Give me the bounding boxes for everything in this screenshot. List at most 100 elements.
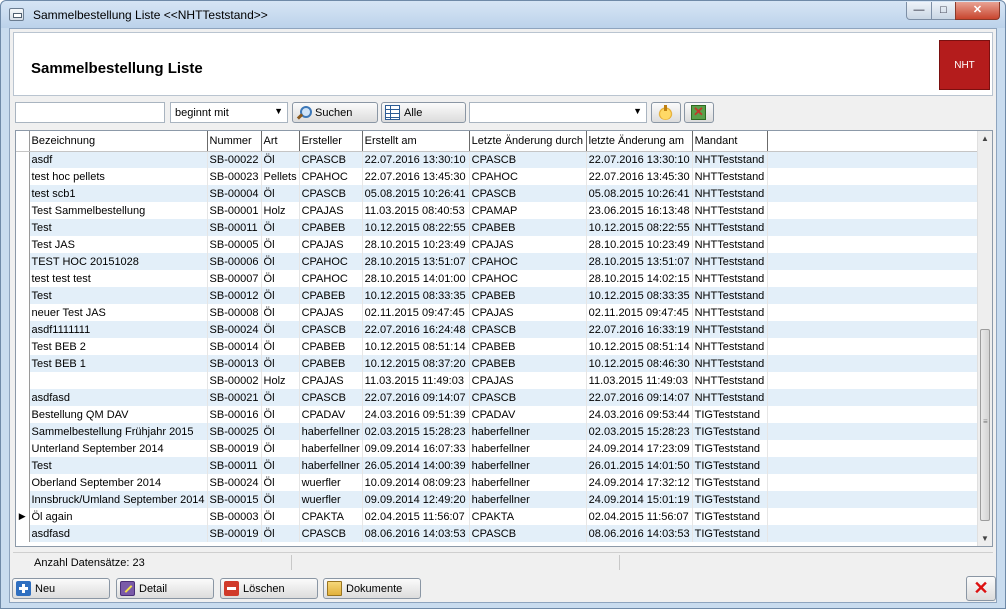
scroll-up-icon[interactable]: ▲ xyxy=(978,131,992,146)
column-header[interactable]: Art xyxy=(261,131,300,152)
table-row[interactable]: Test SB-00011 Öl CPABEB 10.12.2015 08:22:55 C… xyxy=(16,219,988,236)
row-indicator[interactable] xyxy=(16,253,30,270)
row-indicator[interactable] xyxy=(16,440,30,457)
row-indicator[interactable] xyxy=(16,202,30,219)
table-cell: wuerfler xyxy=(299,474,363,491)
row-indicator[interactable] xyxy=(16,321,30,338)
delete-button[interactable]: Löschen xyxy=(220,578,318,599)
table-cell: NHTTeststand xyxy=(692,253,768,270)
minimize-button[interactable]: — xyxy=(906,2,932,20)
column-header[interactable]: Nummer xyxy=(207,131,262,152)
page-title: Sammelbestellung Liste xyxy=(31,60,203,77)
row-indicator[interactable] xyxy=(16,219,30,236)
table-cell: SB-00007 xyxy=(207,270,262,287)
row-indicator[interactable] xyxy=(16,185,30,202)
table-cell: NHTTeststand xyxy=(692,185,768,202)
column-header[interactable]: Letzte Änderung durch xyxy=(469,131,587,152)
scroll-down-icon[interactable]: ▼ xyxy=(978,531,992,546)
table-row[interactable]: asdf SB-00022 Öl CPASCB 22.07.2016 13:30:10 C… xyxy=(16,151,988,168)
table-row[interactable]: Test SB-00011 Öl haberfellner 26.05.2014 14:… xyxy=(16,457,988,474)
row-indicator[interactable] xyxy=(16,338,30,355)
table-row[interactable]: asdfasd SB-00021 Öl CPASCB 22.07.2016 09:14:… xyxy=(16,389,988,406)
show-all-button[interactable]: Alle xyxy=(381,102,466,123)
detail-button[interactable]: Detail xyxy=(116,578,214,599)
column-header[interactable]: Erstellt am xyxy=(362,131,470,152)
table-cell: Öl xyxy=(261,338,300,355)
row-indicator[interactable] xyxy=(16,236,30,253)
row-indicator[interactable] xyxy=(16,389,30,406)
column-header[interactable]: Ersteller xyxy=(299,131,363,152)
vertical-scrollbar[interactable]: ▲ ≡ ▼ xyxy=(977,131,992,546)
folder-icon xyxy=(327,581,342,596)
delete-button-label: Löschen xyxy=(243,582,285,595)
table-cell: SB-00003 xyxy=(207,508,262,525)
table-cell: 28.10.2015 14:02:15 xyxy=(586,270,693,287)
new-button-label: Neu xyxy=(35,582,56,595)
table-row[interactable]: Test BEB 2 SB-00014 Öl CPABEB 10.12.2015 08:… xyxy=(16,338,987,355)
documents-button[interactable]: Dokumente xyxy=(323,578,421,599)
plus-icon xyxy=(16,581,31,596)
table-cell: Test Sammelbestellung xyxy=(29,202,208,219)
column-header[interactable]: Mandant xyxy=(692,131,768,152)
row-indicator[interactable]: ▶ xyxy=(16,508,30,525)
table-row[interactable]: Test BEB 1 SB-00013 Öl CPABEB 10.12.2015 08:… xyxy=(16,355,988,372)
table-row[interactable]: Test JAS SB-00005 Öl CPAJAS 28.10.2015 10:23… xyxy=(16,236,987,253)
row-indicator[interactable] xyxy=(16,304,30,321)
row-filler xyxy=(767,168,987,185)
row-indicator[interactable] xyxy=(16,491,30,508)
chevron-down-icon: ▼ xyxy=(633,106,642,116)
data-grid[interactable]: Bezeichnung Nummer Art Ersteller Erstell… xyxy=(15,130,993,547)
new-button[interactable]: Neu xyxy=(12,578,110,599)
table-row[interactable]: Bestellung QM DAV SB-00016 Öl CPADAV 24.03.2… xyxy=(16,406,987,423)
row-indicator[interactable] xyxy=(16,474,30,491)
table-row[interactable]: TEST HOC 20151028 SB-00006 Öl CPAHOC 28.10.2… xyxy=(16,253,988,270)
scrollbar-thumb[interactable]: ≡ xyxy=(980,329,990,521)
row-indicator[interactable] xyxy=(16,355,30,372)
table-row[interactable]: neuer Test JAS SB-00008 Öl CPAJAS 02.11.2015… xyxy=(16,304,987,321)
table-row[interactable]: Test Sammelbestellung SB-00001 Holz CPAJAS 1… xyxy=(16,202,987,219)
table-row[interactable]: Sammelbestellung Frühjahr 2015 SB-00025 Öl… xyxy=(16,423,988,440)
match-mode-select[interactable]: beginnt mit ▼ xyxy=(170,102,288,123)
window-close-button[interactable]: ✕ xyxy=(955,2,1000,20)
select-action-button[interactable] xyxy=(651,102,681,123)
table-cell: Test BEB 2 xyxy=(29,338,208,355)
row-indicator[interactable] xyxy=(16,372,30,389)
record-count: Anzahl Datensätze: 23 xyxy=(34,557,145,569)
table-row[interactable]: Innsbruck/Umland September 2014 SB-00015 Ö… xyxy=(16,491,988,508)
row-indicator[interactable] xyxy=(16,168,30,185)
filter-select[interactable]: ▼ xyxy=(469,102,647,123)
table-row[interactable]: Unterland September 2014 SB-00019 Öl haberf… xyxy=(16,440,987,457)
table-row[interactable]: Oberland September 2014 SB-00024 Öl wuerfle… xyxy=(16,474,987,491)
table-cell: 24.03.2016 09:53:44 xyxy=(586,406,693,423)
table-row[interactable]: SB-00002 Holz CPAJAS 11.03.2015 11:49:03 CPA… xyxy=(16,372,987,389)
search-input[interactable] xyxy=(15,102,165,123)
excel-export-button[interactable] xyxy=(684,102,714,123)
table-row[interactable]: ▶ Öl again SB-00003 Öl CPAKTA 02.04.2015 11:5… xyxy=(16,508,987,525)
row-indicator[interactable] xyxy=(16,287,30,304)
table-cell: SB-00002 xyxy=(207,372,262,389)
search-button[interactable]: Suchen xyxy=(292,102,378,123)
row-indicator[interactable] xyxy=(16,457,30,474)
table-row[interactable]: Test SB-00012 Öl CPABEB 10.12.2015 08:33:35 C… xyxy=(16,287,988,304)
close-form-button[interactable]: ✕ xyxy=(966,576,996,601)
table-row[interactable]: test test test SB-00007 Öl CPAHOC 28.10.2015… xyxy=(16,270,987,287)
table-row[interactable]: asdfasd SB-00019 Öl CPASCB 08.06.2016 14:03:… xyxy=(16,525,988,542)
table-cell: CPABEB xyxy=(299,355,363,372)
row-indicator[interactable] xyxy=(16,525,30,542)
table-cell: Innsbruck/Umland September 2014 xyxy=(29,491,208,508)
row-indicator[interactable] xyxy=(16,406,30,423)
row-indicator[interactable] xyxy=(16,151,30,168)
table-row[interactable]: test hoc pellets SB-00023 Pellets CPAHOC 22.… xyxy=(16,168,987,185)
status-bar: Anzahl Datensätze: 23 xyxy=(13,552,993,571)
row-indicator[interactable] xyxy=(16,423,30,440)
system-menu-icon[interactable] xyxy=(9,8,24,21)
table-cell: CPABEB xyxy=(469,287,587,304)
table-cell: Test xyxy=(29,287,208,304)
row-indicator[interactable] xyxy=(16,270,30,287)
table-cell: 10.12.2015 08:33:35 xyxy=(362,287,470,304)
column-header[interactable]: Bezeichnung xyxy=(29,131,208,152)
column-header[interactable]: letzte Änderung am xyxy=(586,131,693,152)
maximize-button[interactable]: □ xyxy=(931,2,956,20)
table-row[interactable]: asdf1111111 SB-00024 Öl CPASCB 22.07.2016 16… xyxy=(16,321,988,338)
table-row[interactable]: test scb1 SB-00004 Öl CPASCB 05.08.2015 10:2… xyxy=(16,185,988,202)
